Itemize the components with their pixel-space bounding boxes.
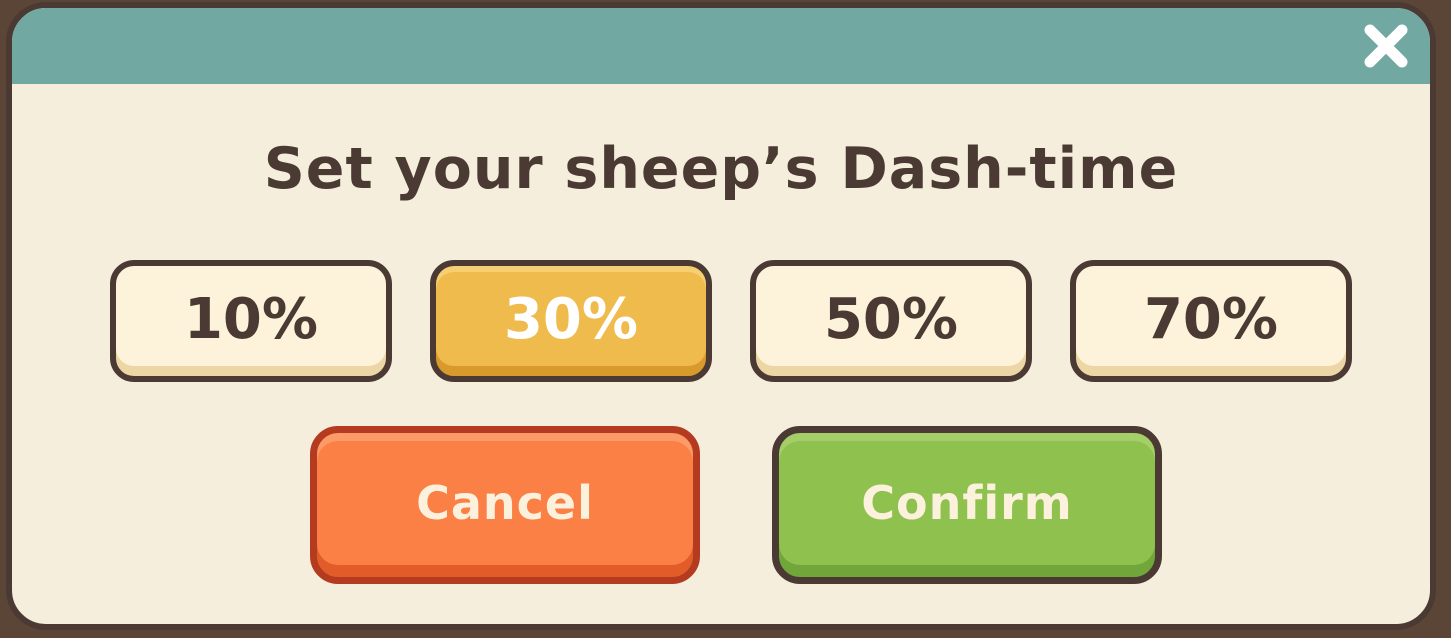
- option-label: 70%: [1143, 286, 1279, 352]
- option-30-button[interactable]: 30%: [430, 260, 712, 382]
- dash-time-dialog: Set your sheep’s Dash-time 10% 30% 50% 7…: [6, 2, 1436, 630]
- option-70-button[interactable]: 70%: [1070, 260, 1352, 382]
- option-50-button[interactable]: 50%: [750, 260, 1032, 382]
- option-label: 50%: [823, 286, 959, 352]
- dialog-header-bar: [12, 8, 1430, 84]
- close-icon: [1364, 24, 1408, 68]
- close-button[interactable]: [1358, 18, 1414, 74]
- cancel-label: Cancel: [416, 476, 594, 530]
- confirm-button[interactable]: Confirm: [772, 426, 1162, 584]
- option-label: 30%: [503, 286, 639, 352]
- dialog-title: Set your sheep’s Dash-time: [263, 136, 1179, 202]
- confirm-label: Confirm: [861, 476, 1073, 530]
- option-10-button[interactable]: 10%: [110, 260, 392, 382]
- option-label: 10%: [183, 286, 319, 352]
- cancel-button[interactable]: Cancel: [310, 426, 700, 584]
